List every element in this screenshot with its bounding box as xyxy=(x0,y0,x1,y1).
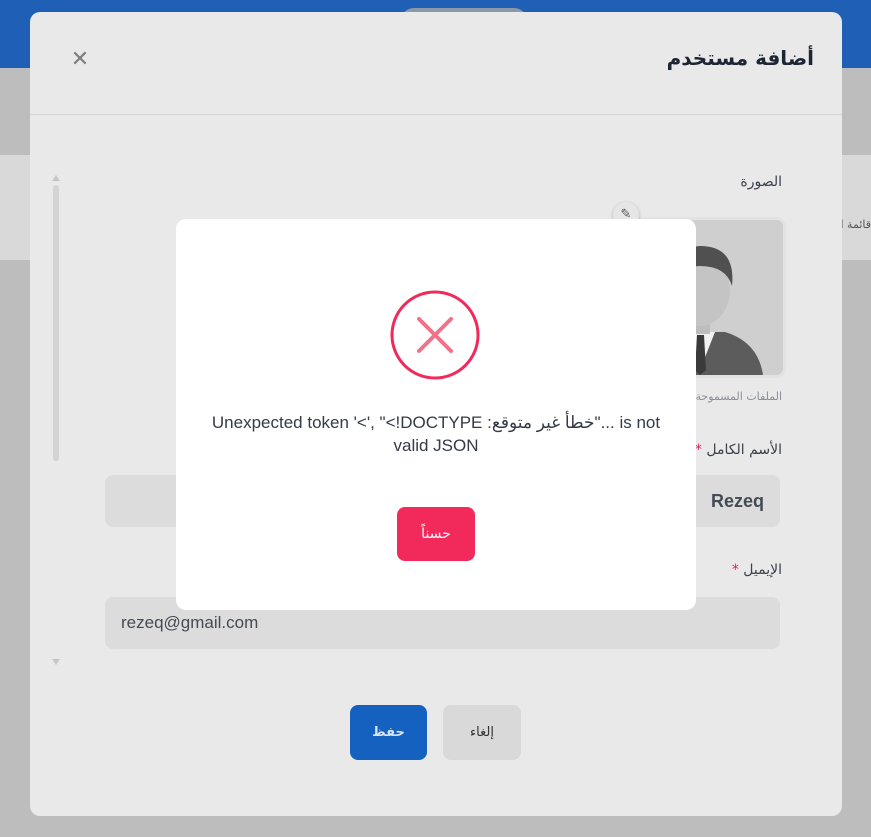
background-panel-left xyxy=(0,155,30,260)
background-panel-right xyxy=(841,155,871,260)
background-side-text: قائمة المستخدمين xyxy=(841,218,871,231)
scroll-down-arrow-icon[interactable] xyxy=(52,659,60,665)
allowed-files-hint: الملفات المسموحة xyxy=(695,390,783,403)
error-x-icon xyxy=(390,290,480,380)
email-label: الإيميل * xyxy=(732,562,782,578)
photo-label: الصورة xyxy=(740,174,782,190)
save-button[interactable]: حفظ xyxy=(350,705,427,760)
close-icon[interactable]: ✕ xyxy=(70,49,90,71)
scroll-up-arrow-icon[interactable] xyxy=(52,175,60,181)
full-name-label: الأسم الكامل * xyxy=(695,442,782,458)
cancel-button[interactable]: إلغاء xyxy=(443,705,521,760)
modal-title: أضافة مستخدم xyxy=(666,46,814,70)
modal-header: أضافة مستخدم ✕ xyxy=(30,12,842,115)
error-message: Unexpected token '<', "<!DOCTYPE :خطأ غي… xyxy=(211,413,661,455)
ok-button[interactable]: حسناً xyxy=(397,507,475,561)
required-mark: * xyxy=(731,562,739,578)
form-scrollbar[interactable] xyxy=(52,175,60,665)
error-dialog: Unexpected token '<', "<!DOCTYPE :خطأ غي… xyxy=(176,219,696,610)
full-name-label-text: الأسم الكامل xyxy=(706,442,782,458)
scroll-thumb[interactable] xyxy=(53,185,59,461)
email-label-text: الإيميل xyxy=(743,562,782,578)
